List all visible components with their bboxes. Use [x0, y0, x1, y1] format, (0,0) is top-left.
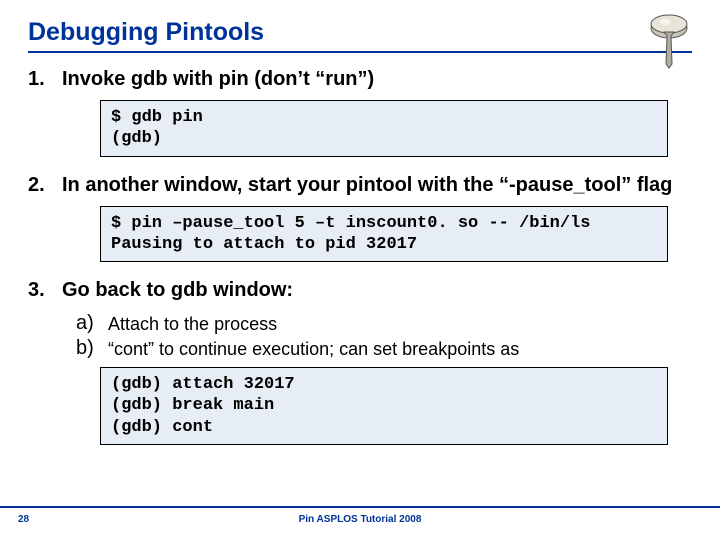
code-block: $ gdb pin (gdb) — [100, 100, 668, 157]
slide-footer: 28 Pin ASPLOS Tutorial 2008 — [0, 506, 720, 534]
code-block: $ pin –pause_tool 5 –t inscount0. so -- … — [100, 206, 668, 263]
slide-title: Debugging Pintools — [28, 18, 692, 47]
step-text: In another window, start your pintool wi… — [62, 173, 692, 198]
substep-text: “cont” to continue execution; can set br… — [108, 336, 692, 361]
step-text: Invoke gdb with pin (don’t “run”) — [62, 67, 692, 92]
code-block: (gdb) attach 32017 (gdb) break main (gdb… — [100, 367, 668, 445]
step-number: 1. — [28, 67, 62, 92]
pushpin-icon — [642, 10, 696, 70]
step-text: Go back to gdb window: — [62, 278, 692, 303]
substep-a: a) Attach to the process — [76, 311, 692, 336]
slide: Debugging Pintools 1. Invoke gdb with pi… — [0, 0, 720, 540]
footer-text: Pin ASPLOS Tutorial 2008 — [0, 514, 720, 525]
step-number: 2. — [28, 173, 62, 198]
title-rule — [28, 51, 692, 53]
step-3: 3. Go back to gdb window: a) Attach to t… — [28, 278, 692, 445]
substep-letter: a) — [76, 311, 108, 336]
step-1: 1. Invoke gdb with pin (don’t “run”) $ g… — [28, 67, 692, 157]
substep-letter: b) — [76, 336, 108, 361]
steps-list: 1. Invoke gdb with pin (don’t “run”) $ g… — [28, 67, 692, 445]
substep-text: Attach to the process — [108, 311, 692, 336]
substeps-list: a) Attach to the process b) “cont” to co… — [76, 311, 692, 361]
step-number: 3. — [28, 278, 62, 303]
substep-b: b) “cont” to continue execution; can set… — [76, 336, 692, 361]
step-2: 2. In another window, start your pintool… — [28, 173, 692, 263]
